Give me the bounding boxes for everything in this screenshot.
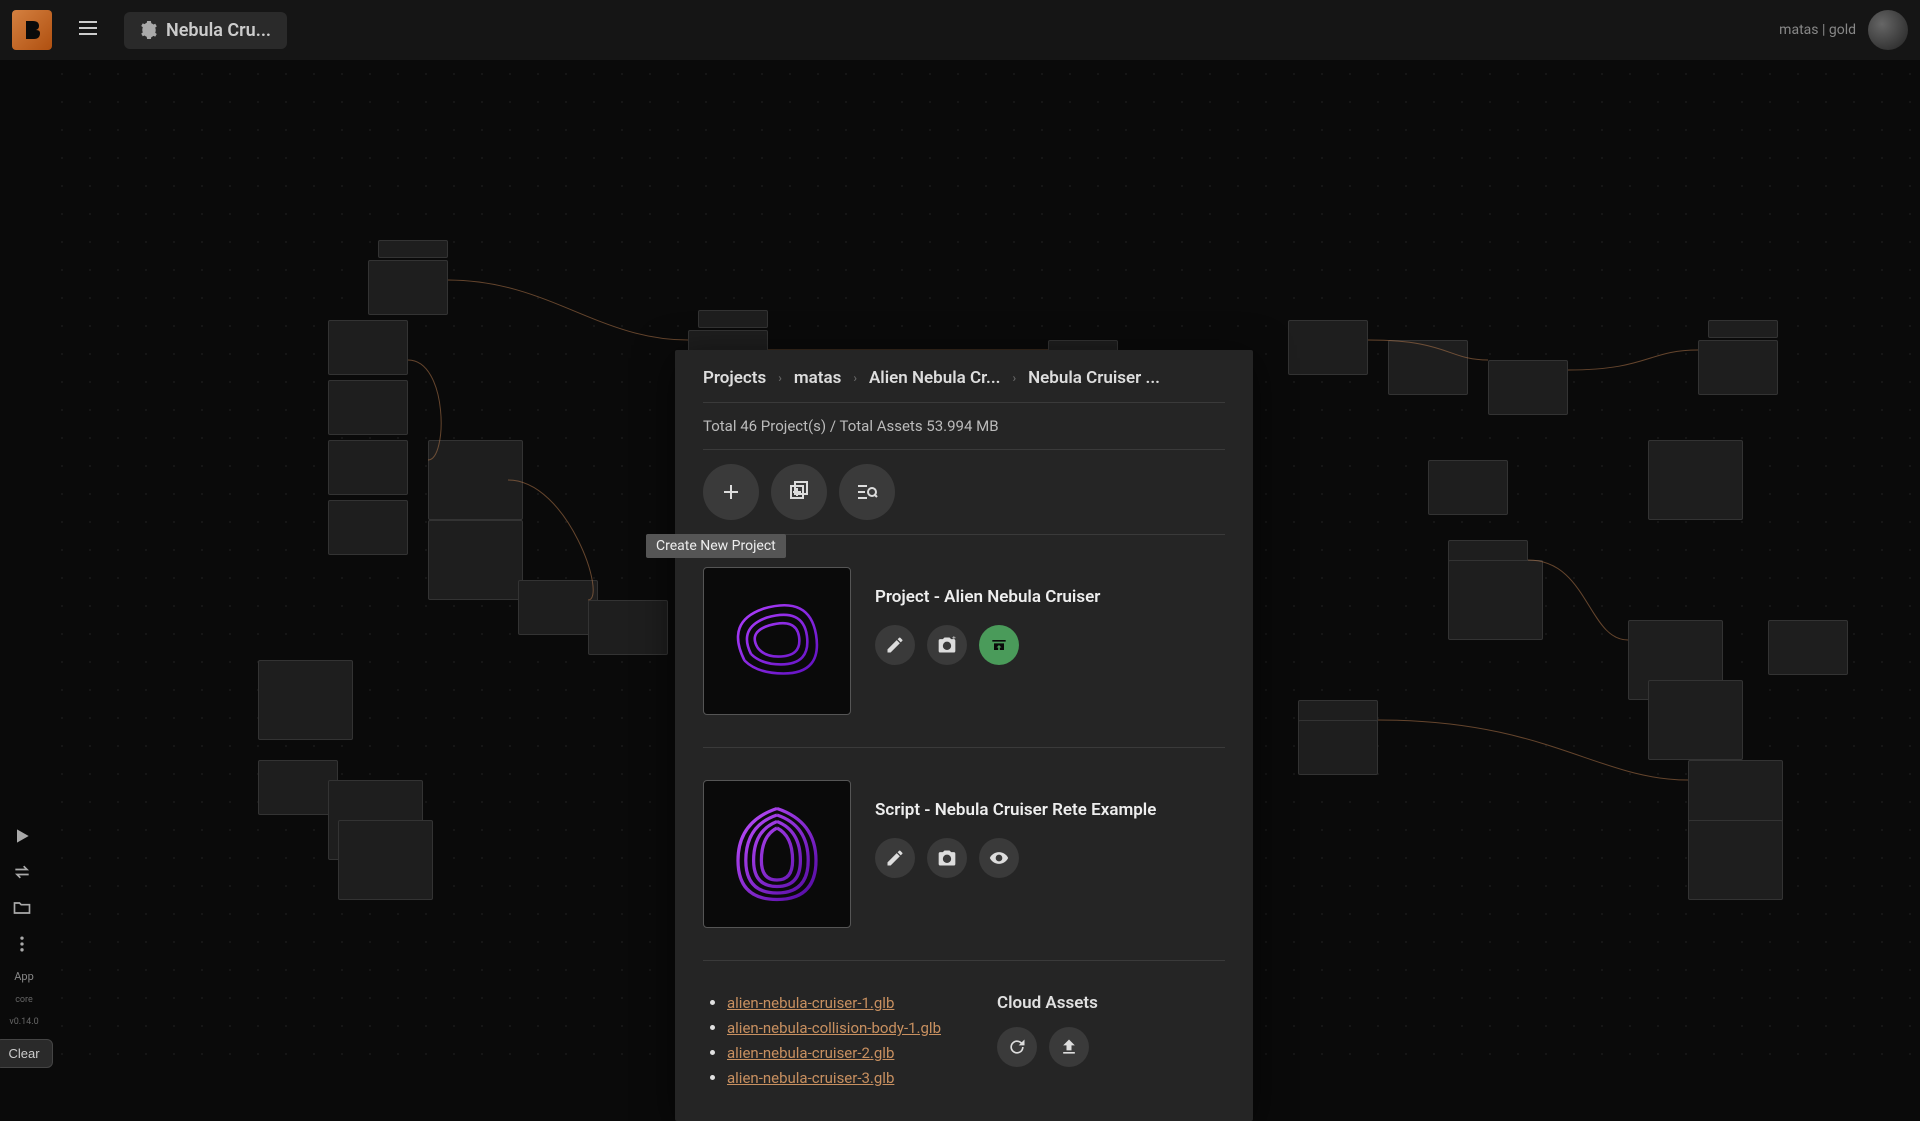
project-title-chip[interactable]: Nebula Cru...: [124, 12, 287, 49]
user-avatar[interactable]: [1868, 10, 1908, 50]
asset-link[interactable]: alien-nebula-cruiser-3.glb: [727, 1069, 894, 1087]
asset-link[interactable]: alien-nebula-cruiser-1.glb: [727, 994, 894, 1012]
core-label: core: [15, 995, 33, 1005]
more-vert-icon[interactable]: [12, 934, 36, 958]
project-info: Project - Alien Nebula Cruiser +: [875, 567, 1225, 665]
assets-row: alien-nebula-cruiser-1.glb alien-nebula-…: [703, 975, 1225, 1093]
cloud-assets-title: Cloud Assets: [997, 993, 1225, 1013]
asset-item: alien-nebula-cruiser-2.glb: [727, 1043, 973, 1062]
chevron-right-icon: ›: [778, 371, 782, 385]
snapshot-button[interactable]: [927, 838, 967, 878]
asset-link[interactable]: alien-nebula-cruiser-2.glb: [727, 1044, 894, 1062]
breadcrumb-user[interactable]: matas: [794, 368, 841, 388]
divider: [703, 747, 1225, 748]
create-project-tooltip: Create New Project: [646, 534, 786, 558]
view-button[interactable]: [979, 838, 1019, 878]
divider: [703, 960, 1225, 961]
asset-item: alien-nebula-collision-body-1.glb: [727, 1018, 973, 1037]
search-settings-button[interactable]: [839, 464, 895, 520]
asset-link[interactable]: alien-nebula-collision-body-1.glb: [727, 1019, 941, 1037]
asset-side: Cloud Assets: [997, 993, 1225, 1067]
clear-button[interactable]: Clear: [0, 1039, 53, 1068]
play-icon[interactable]: [12, 826, 36, 850]
snapshot-button[interactable]: +: [927, 625, 967, 665]
stats-text: Total 46 Project(s) / Total Assets 53.99…: [703, 417, 1225, 435]
project-title-text: Nebula Cru...: [166, 20, 271, 41]
project-thumbnail[interactable]: [703, 567, 851, 715]
script-info: Script - Nebula Cruiser Rete Example: [875, 780, 1225, 878]
script-title: Script - Nebula Cruiser Rete Example: [875, 800, 1225, 820]
user-label: matas | gold: [1779, 22, 1856, 38]
script-actions: [875, 838, 1225, 878]
swap-icon[interactable]: [12, 862, 36, 886]
edit-button[interactable]: [875, 625, 915, 665]
project-row: Project - Alien Nebula Cruiser +: [703, 549, 1225, 733]
modal-actions: [703, 464, 1225, 520]
folder-icon[interactable]: [12, 898, 36, 922]
breadcrumb-script[interactable]: Nebula Cruiser ...: [1028, 368, 1160, 388]
edit-button[interactable]: [875, 838, 915, 878]
version-label: v0.14.0: [9, 1017, 38, 1027]
app-label: App: [14, 970, 34, 983]
project-title: Project - Alien Nebula Cruiser: [875, 587, 1225, 607]
breadcrumb-project[interactable]: Alien Nebula Cr...: [869, 368, 1001, 388]
script-thumbnail[interactable]: [703, 780, 851, 928]
project-browser-modal: Projects › matas › Alien Nebula Cr... › …: [675, 350, 1253, 1121]
divider: [703, 402, 1225, 403]
upload-button[interactable]: [1049, 1027, 1089, 1067]
script-row: Script - Nebula Cruiser Rete Example: [703, 762, 1225, 946]
app-header: Nebula Cru... matas | gold: [0, 0, 1920, 60]
app-logo[interactable]: [12, 10, 52, 50]
chevron-right-icon: ›: [853, 371, 857, 385]
header-right: matas | gold: [1779, 10, 1908, 50]
project-actions: +: [875, 625, 1225, 665]
add-collection-button[interactable]: [771, 464, 827, 520]
asset-actions: [997, 1027, 1225, 1067]
svg-text:+: +: [952, 635, 956, 642]
left-rail: App core v0.14.0 Clear: [0, 60, 48, 1080]
archive-button[interactable]: [979, 625, 1019, 665]
divider: [703, 449, 1225, 450]
refresh-button[interactable]: [997, 1027, 1037, 1067]
asset-list: alien-nebula-cruiser-1.glb alien-nebula-…: [703, 993, 973, 1093]
asset-item: alien-nebula-cruiser-1.glb: [727, 993, 973, 1012]
create-project-button[interactable]: [703, 464, 759, 520]
header-left: Nebula Cru...: [12, 8, 287, 52]
chevron-right-icon: ›: [1013, 371, 1017, 385]
asset-item: alien-nebula-cruiser-3.glb: [727, 1068, 973, 1087]
breadcrumb: Projects › matas › Alien Nebula Cr... › …: [703, 368, 1225, 388]
hamburger-menu-icon[interactable]: [68, 8, 108, 52]
breadcrumb-projects[interactable]: Projects: [703, 368, 766, 388]
